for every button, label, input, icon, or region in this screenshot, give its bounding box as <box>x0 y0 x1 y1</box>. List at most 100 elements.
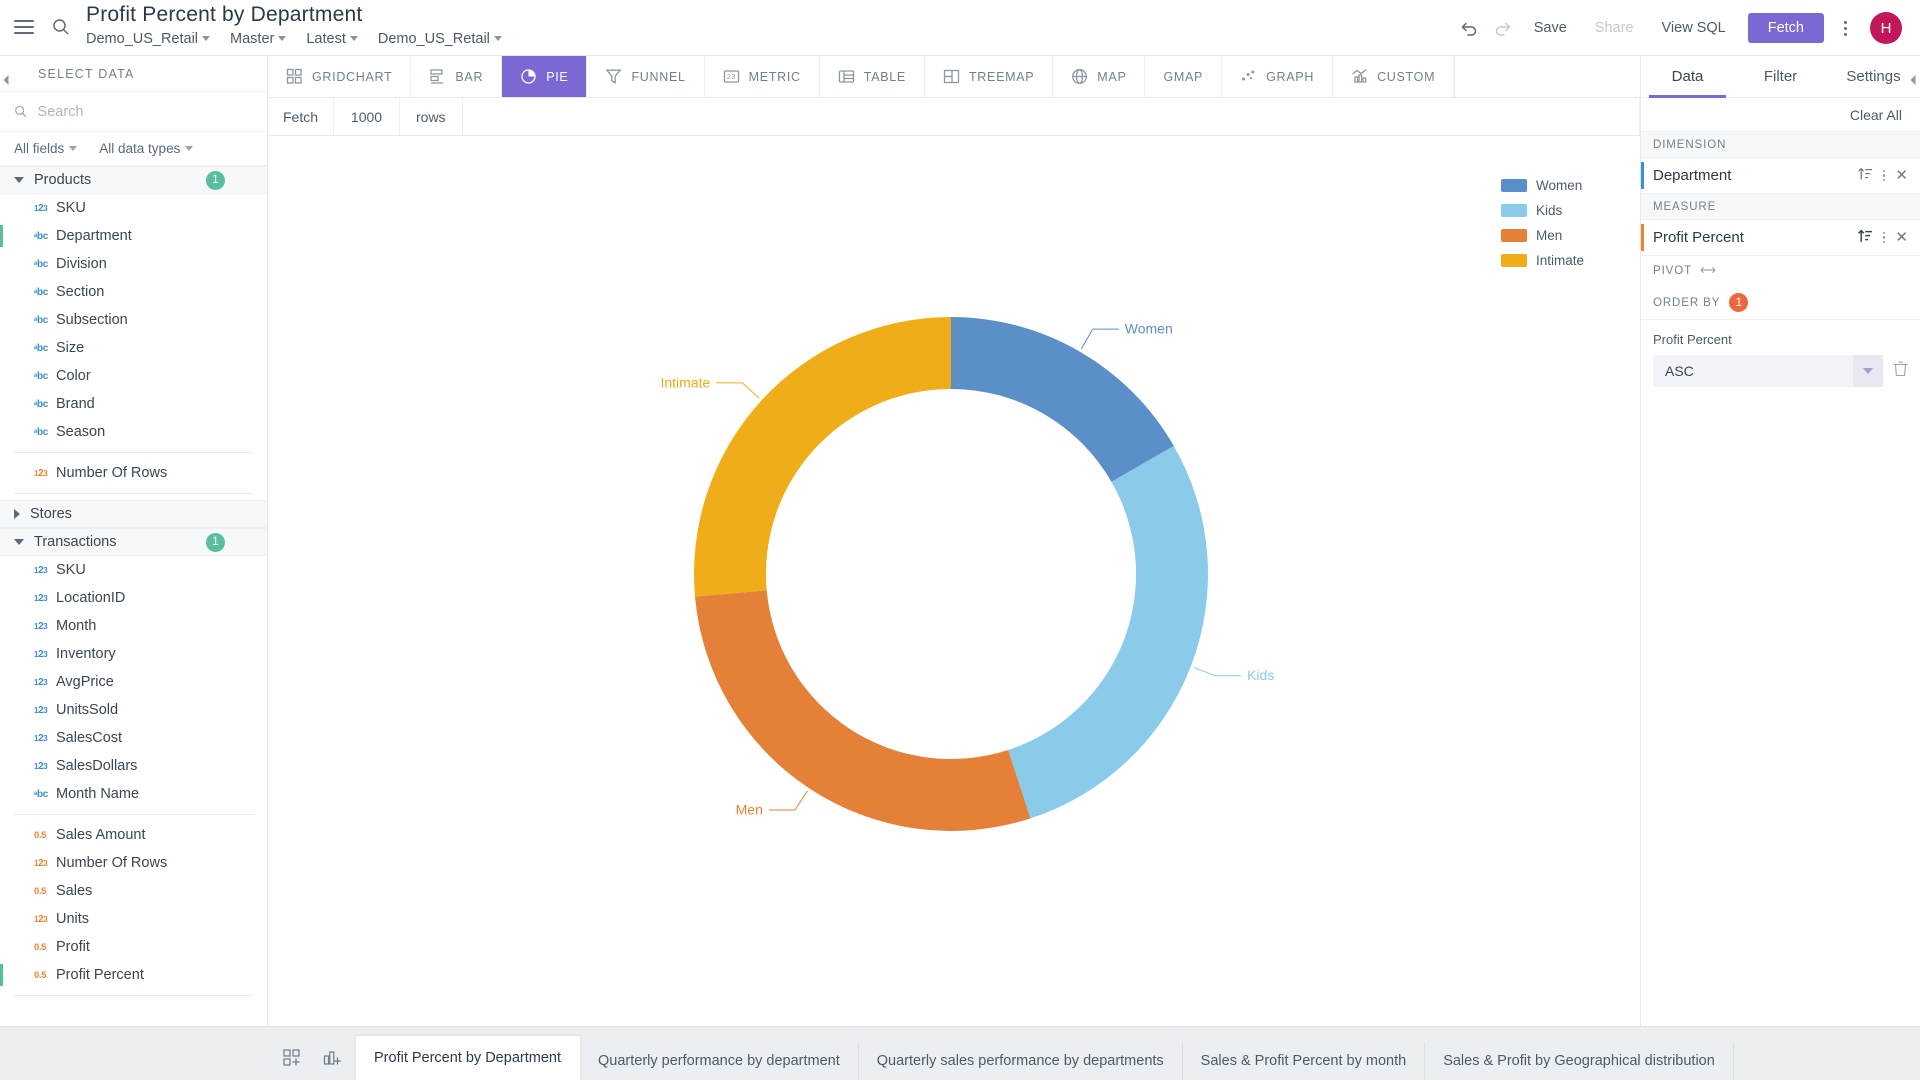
field-item[interactable]: ᵃbc Month Name <box>0 780 267 808</box>
field-type-icon: 123 <box>34 620 48 632</box>
field-group-transactions[interactable]: Transactions 1 <box>0 528 267 556</box>
field-item[interactable]: ᵃbc Brand <box>0 390 267 418</box>
field-item[interactable]: 123 Month <box>0 612 267 640</box>
chart-type-table[interactable]: TABLE <box>819 56 925 97</box>
field-item[interactable]: 0.5 Sales <box>0 877 267 905</box>
field-item[interactable]: 123 Inventory <box>0 640 267 668</box>
tab-filter[interactable]: Filter <box>1734 56 1827 97</box>
chart-canvas[interactable]: Women Kids Men Intimate Women Kids Men Intimat… <box>268 136 1640 1026</box>
field-item[interactable]: 123 SalesDollars <box>0 752 267 780</box>
chart-type-metric[interactable]: 23 METRIC <box>704 56 820 97</box>
worksheet-tab-bar: Profit Percent by Department Quarterly pe… <box>0 1026 1920 1080</box>
chart-type-gmap[interactable]: GMAP <box>1145 56 1223 97</box>
worksheet-tab[interactable]: Sales & Profit Percent by month <box>1183 1042 1426 1080</box>
field-list[interactable]: Products 1 123 SKU ᵃbc Department ᵃbc Division ᵃ… <box>0 166 267 1026</box>
chart-type-label: FUNNEL <box>631 69 686 84</box>
field-label: SKU <box>56 562 86 578</box>
breadcrumb-branch[interactable]: Master <box>230 31 287 47</box>
field-item[interactable]: 123 LocationID <box>0 584 267 612</box>
clear-all-button[interactable]: Clear All <box>1641 98 1920 132</box>
field-item[interactable]: 0.5 Profit <box>0 933 267 961</box>
chart-type-custom[interactable]: CUSTOM <box>1333 56 1455 97</box>
search-icon[interactable] <box>52 18 70 41</box>
redo-icon[interactable] <box>1486 13 1520 43</box>
field-item[interactable]: ᵃbc Section <box>0 278 267 306</box>
donut-slice-intimate[interactable] <box>694 317 951 597</box>
field-item[interactable]: 123 Units <box>0 905 267 933</box>
sort-icon[interactable] <box>1858 167 1873 185</box>
donut-leader-line <box>768 790 808 811</box>
field-label: Profit <box>56 939 90 955</box>
undo-icon[interactable] <box>1452 13 1486 43</box>
chart-type-toolbar[interactable]: GRIDCHART BAR PIE FUNNEL 23 METRIC TABLE TREEMA… <box>268 56 1640 98</box>
field-item[interactable]: 0.5 Profit Percent <box>0 961 267 989</box>
search-input[interactable] <box>37 103 253 120</box>
field-item[interactable]: 123 SKU <box>0 556 267 584</box>
field-item[interactable]: ᵃbc Size <box>0 334 267 362</box>
hamburger-icon[interactable] <box>14 20 34 34</box>
worksheet-tab[interactable]: Sales & Profit by Geographical distribut… <box>1425 1042 1734 1080</box>
kebab-menu-icon[interactable] <box>1882 231 1886 244</box>
field-item[interactable]: 123 AvgPrice <box>0 668 267 696</box>
sort-icon[interactable] <box>1858 229 1873 247</box>
pivot-section[interactable]: PIVOT <box>1641 256 1920 286</box>
field-filters: All fields All data types <box>0 132 267 166</box>
worksheet-tabs[interactable]: Profit Percent by Department Quarterly pe… <box>356 1036 1734 1080</box>
fetch-label[interactable]: Fetch <box>268 98 334 135</box>
field-group-stores[interactable]: Stores <box>0 500 267 528</box>
avatar[interactable]: H <box>1870 12 1902 44</box>
field-item[interactable]: ᵃbc Season <box>0 418 267 446</box>
chevron-down-icon[interactable] <box>1853 355 1883 387</box>
field-item[interactable]: ᵃbc Subsection <box>0 306 267 334</box>
chart-type-map[interactable]: MAP <box>1053 56 1146 97</box>
all-data-types-dropdown[interactable]: All data types <box>99 141 194 156</box>
fetch-button[interactable]: Fetch <box>1747 13 1824 43</box>
worksheet-tab[interactable]: Quarterly performance by department <box>580 1042 859 1080</box>
donut-slice-women[interactable] <box>951 317 1174 482</box>
all-fields-dropdown[interactable]: All fields <box>14 141 78 156</box>
field-item[interactable]: ᵃbc Color <box>0 362 267 390</box>
field-group-badge: 1 <box>206 170 225 190</box>
worksheet-tab[interactable]: Profit Percent by Department <box>356 1036 580 1080</box>
chart-type-graph[interactable]: GRAPH <box>1222 56 1334 97</box>
field-item[interactable]: ᵃbc Division <box>0 250 267 278</box>
chart-type-bar[interactable]: BAR <box>411 56 503 97</box>
field-item[interactable]: ᵃbc Department <box>0 222 267 250</box>
field-item[interactable]: 123 SalesCost <box>0 724 267 752</box>
chart-type-pie[interactable]: PIE <box>502 56 588 97</box>
remove-dimension-icon[interactable]: ✕ <box>1895 168 1908 183</box>
field-group-products[interactable]: Products 1 <box>0 166 267 194</box>
kebab-menu-icon[interactable] <box>1882 169 1886 182</box>
donut-chart[interactable]: Women Kids Men Intimate <box>268 136 1638 1016</box>
chart-type-funnel[interactable]: FUNNEL <box>587 56 705 97</box>
collapse-left-panel-icon[interactable] <box>0 72 12 88</box>
field-item[interactable]: 123 SKU <box>0 194 267 222</box>
remove-measure-icon[interactable]: ✕ <box>1895 230 1908 245</box>
collapse-right-panel-icon[interactable] <box>1907 72 1919 88</box>
donut-slice-kids[interactable] <box>1008 445 1208 819</box>
add-dashboard-icon[interactable] <box>316 1042 348 1074</box>
save-button[interactable]: Save <box>1520 14 1581 42</box>
field-item[interactable]: 123 Number Of Rows <box>0 849 267 877</box>
chart-type-treemap[interactable]: TREEMAP <box>924 56 1054 97</box>
add-chart-icon[interactable] <box>276 1042 308 1074</box>
breadcrumb-version[interactable]: Latest <box>306 31 358 47</box>
donut-slice-men[interactable] <box>694 590 1031 831</box>
worksheet-tab[interactable]: Quarterly sales performance by departmen… <box>859 1042 1183 1080</box>
order-by-direction-select[interactable]: ASC <box>1653 355 1883 387</box>
field-item[interactable]: 123 Number Of Rows <box>0 459 267 487</box>
field-item[interactable]: 123 UnitsSold <box>0 696 267 724</box>
field-item[interactable]: 0.5 Sales Amount <box>0 821 267 849</box>
breadcrumb-datasource[interactable]: Demo_US_Retail <box>86 31 211 47</box>
tab-data[interactable]: Data <box>1641 56 1734 98</box>
view-sql-button[interactable]: View SQL <box>1648 14 1740 42</box>
kebab-menu-icon[interactable] <box>1832 20 1858 36</box>
chart-type-gridchart[interactable]: GRIDCHART <box>268 56 412 97</box>
measure-chip-profit-percent[interactable]: Profit Percent ✕ <box>1641 220 1920 256</box>
breadcrumb-workspace[interactable]: Demo_US_Retail <box>378 31 502 47</box>
breadcrumb-label: Demo_US_Retail <box>86 31 199 47</box>
delete-order-by-icon[interactable] <box>1893 360 1908 382</box>
dimension-chip-department[interactable]: Department ✕ <box>1641 158 1920 194</box>
row-count-input[interactable]: 1000 <box>334 98 400 135</box>
pivot-swap-icon[interactable] <box>1700 265 1716 278</box>
